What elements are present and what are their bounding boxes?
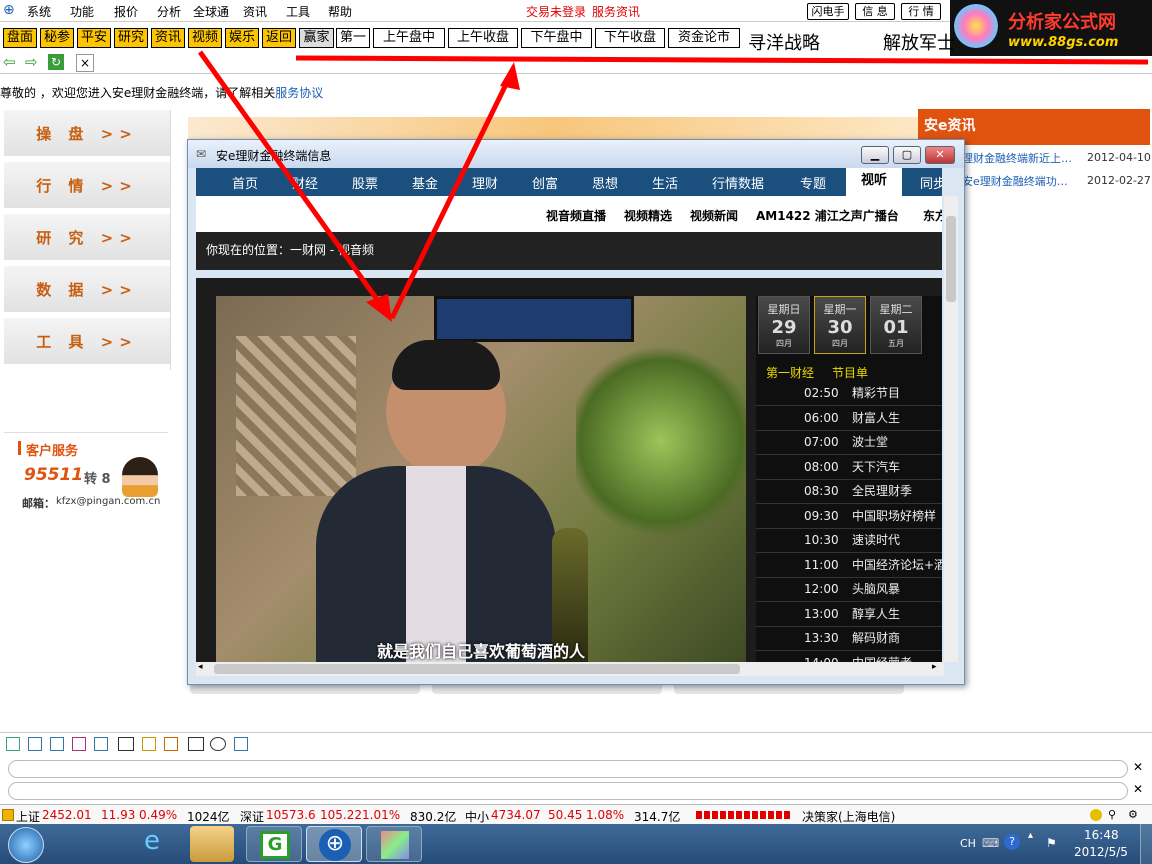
volume-bars xyxy=(696,811,792,819)
flag-icon[interactable]: ⚑ xyxy=(1046,836,1057,850)
sz-amount: 830.2亿 xyxy=(410,810,457,824)
status-icon[interactable] xyxy=(1090,809,1102,821)
zx-change: 50.45 xyxy=(548,808,583,822)
zx-amount: 314.7亿 xyxy=(634,810,681,824)
taskbar: e G ⊕ CH ⌨ ? ▴ ⚑ 16:48 2012/5/5 xyxy=(0,824,1152,864)
data-source[interactable]: 决策家(上海电信) xyxy=(802,808,895,825)
tool-icon-8[interactable] xyxy=(164,737,178,751)
zx-percent: 1.08% xyxy=(586,808,625,822)
help-icon[interactable]: ? xyxy=(1004,834,1020,850)
sz-index[interactable]: 10573.6 xyxy=(266,808,316,822)
annotation-arrow-up xyxy=(389,70,515,320)
tool-icon-4[interactable] xyxy=(72,737,86,751)
sh-percent: 0.49% xyxy=(139,808,178,822)
sz-label: 深证 xyxy=(240,810,265,824)
sh-change: 11.93 xyxy=(101,808,136,822)
app-paint-icon[interactable] xyxy=(366,826,422,862)
annotation-underline xyxy=(295,55,1149,65)
app-g-icon[interactable]: G xyxy=(246,826,302,862)
search-icon[interactable] xyxy=(234,737,248,751)
annotation-arrowhead-up xyxy=(500,62,520,90)
ticker-icon xyxy=(2,809,14,821)
command-input-1[interactable] xyxy=(8,760,1128,778)
volume-icon[interactable]: ⚲ xyxy=(1108,808,1116,821)
sh-label: 上证 xyxy=(16,810,41,824)
sz-change: 105.22 xyxy=(320,808,362,822)
tool-icon-f12[interactable] xyxy=(188,737,204,751)
g-logo-icon: G xyxy=(260,831,290,859)
sh-amount: 1024亿 xyxy=(187,810,230,824)
tool-icon-3[interactable] xyxy=(50,737,64,751)
zx-index[interactable]: 4734.07 xyxy=(491,808,541,822)
show-desktop-button[interactable] xyxy=(1140,824,1152,864)
command-input-2[interactable] xyxy=(8,782,1128,800)
start-button[interactable] xyxy=(8,827,44,863)
sz-percent: 1.01% xyxy=(362,808,401,822)
tool-icon-2[interactable] xyxy=(28,737,42,751)
sh-index[interactable]: 2452.01 xyxy=(42,808,92,822)
close-input-1-icon[interactable]: ✕ xyxy=(1133,760,1143,774)
tool-icon-5[interactable] xyxy=(94,737,108,751)
bottom-toolbar xyxy=(0,732,1152,758)
keyboard-icon[interactable]: ⌨ xyxy=(982,836,999,850)
clock-date[interactable]: 2012/5/5 xyxy=(1074,845,1128,859)
tool-icon-fx[interactable] xyxy=(210,737,226,751)
ie-icon[interactable]: e xyxy=(124,826,180,862)
zx-label: 中小 xyxy=(465,810,490,824)
annotation-arrow-down xyxy=(197,50,389,314)
app-main-icon[interactable]: ⊕ xyxy=(306,826,362,862)
settings-icon[interactable]: ⚙ xyxy=(1128,808,1138,821)
close-input-2-icon[interactable]: ✕ xyxy=(1133,782,1143,796)
globe-icon: ⊕ xyxy=(319,829,351,861)
tool-icon-7[interactable] xyxy=(142,737,156,751)
tool-icon-f10[interactable] xyxy=(118,737,134,751)
clock-time[interactable]: 16:48 xyxy=(1084,828,1119,842)
tray-expand-icon[interactable]: ▴ xyxy=(1028,830,1033,841)
tool-icon-1[interactable] xyxy=(6,737,20,751)
language-indicator[interactable]: CH xyxy=(960,837,976,850)
annotation-arrowhead-down xyxy=(366,294,392,322)
index-ticker: 上证 2452.01 11.93 0.49% 1024亿 深证 10573.6 … xyxy=(0,804,1152,824)
folder-icon[interactable] xyxy=(190,826,234,862)
paint-icon xyxy=(381,831,409,859)
